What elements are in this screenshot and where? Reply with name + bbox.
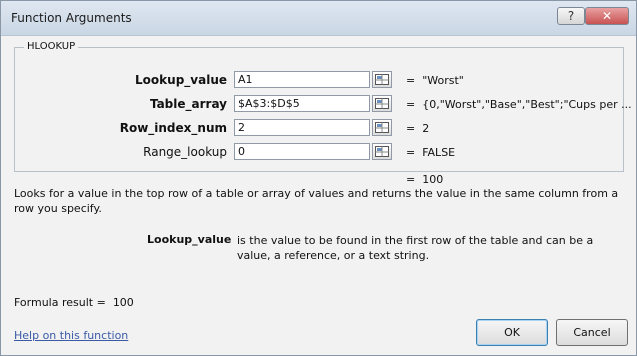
arg-result-table-array: = {0,"Worst","Base","Best";"Cups per ... xyxy=(406,98,632,111)
range-select-icon xyxy=(375,122,389,133)
range-select-icon xyxy=(375,98,389,109)
arg-label-lookup-value: Lookup_value xyxy=(135,73,227,87)
function-arguments-dialog: Function Arguments ? ✕ HLOOKUP Lookup_va… xyxy=(0,0,637,356)
formula-result-value: 100 xyxy=(112,296,134,309)
arg-result-lookup-value: = "Worst" xyxy=(406,74,464,87)
lookup-value-input[interactable]: A1 xyxy=(234,71,370,88)
range-select-icon xyxy=(375,74,389,85)
arg-label-row-index-num: Row_index_num xyxy=(119,121,227,135)
collapse-dialog-button[interactable] xyxy=(372,143,392,160)
cancel-button[interactable]: Cancel xyxy=(556,319,628,346)
function-description: Looks for a value in the top row of a ta… xyxy=(14,187,619,215)
help-button[interactable]: ? xyxy=(557,7,585,25)
arg-result-row-index-num: = 2 xyxy=(406,122,430,135)
collapse-dialog-button[interactable] xyxy=(372,95,392,112)
title-bar[interactable]: Function Arguments ? ✕ xyxy=(1,1,636,36)
close-button[interactable]: ✕ xyxy=(585,7,629,25)
table-array-input[interactable]: $A$3:$D$5 xyxy=(234,95,370,112)
help-on-function-link[interactable]: Help on this function xyxy=(14,329,128,342)
arg-label-table-array: Table_array xyxy=(149,97,227,111)
arg-label-range-lookup: Range_lookup xyxy=(143,145,227,159)
arg-help-name: Lookup_value xyxy=(147,233,232,246)
arg-help-text: is the value to be found in the first ro… xyxy=(237,234,594,262)
row-index-num-input[interactable]: 2 xyxy=(234,119,370,136)
ok-button[interactable]: OK xyxy=(476,319,548,346)
range-select-icon xyxy=(375,146,389,157)
collapse-dialog-button[interactable] xyxy=(372,71,392,88)
formula-result-label: Formula result = xyxy=(14,296,106,309)
close-icon: ✕ xyxy=(601,9,613,23)
function-name: HLOOKUP xyxy=(24,41,79,52)
formula-result: Formula result = 100 xyxy=(14,296,134,309)
collapse-dialog-button[interactable] xyxy=(372,119,392,136)
dialog-title: Function Arguments xyxy=(11,11,132,25)
question-mark-icon: ? xyxy=(567,9,575,23)
range-lookup-input[interactable]: 0 xyxy=(234,143,370,160)
arg-result-range-lookup: = FALSE xyxy=(406,146,456,159)
function-result: = 100 xyxy=(406,173,444,186)
